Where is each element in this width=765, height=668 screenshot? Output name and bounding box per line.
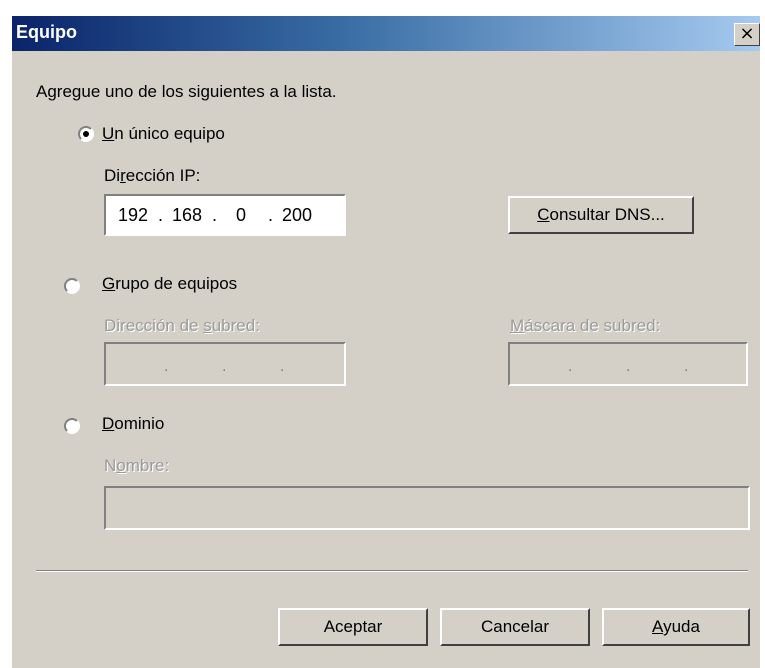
radio-selected-dot xyxy=(83,131,89,137)
subnet-mask-field[interactable]: . . . xyxy=(508,342,748,386)
ip-octet-2[interactable]: 168 xyxy=(172,205,202,226)
ip-octet-4[interactable]: 200 xyxy=(282,205,312,226)
instruction-text: Agregue uno de los siguientes a la lista… xyxy=(36,82,337,101)
ip-octet-1[interactable]: 192 xyxy=(118,205,148,226)
consult-dns-button[interactable]: Consultar DNS... xyxy=(508,196,694,234)
domain-name-field[interactable] xyxy=(104,486,750,530)
title-bar[interactable]: Equipo × xyxy=(12,16,760,51)
subnet-address-label: Dirección de subred: xyxy=(104,316,260,335)
name-label: Nombre: xyxy=(104,456,170,475)
group-of-computers-label[interactable]: Grupo de equipos xyxy=(102,274,237,294)
ip-octet-3[interactable]: 0 xyxy=(236,205,246,226)
single-computer-label-rest: n único equipo xyxy=(114,124,225,143)
single-computer-label[interactable]: Un único equipo xyxy=(102,124,225,144)
radio-single-computer[interactable] xyxy=(78,126,94,142)
domain-label[interactable]: Dominio xyxy=(102,414,164,434)
mnemonic-u: U xyxy=(102,124,115,143)
subnet-mask-label: Máscara de subred: xyxy=(510,316,661,335)
equipo-dialog: Equipo × Agregue uno de los siguientes a… xyxy=(12,16,760,668)
close-icon[interactable]: × xyxy=(734,23,760,46)
separator-line xyxy=(36,570,748,572)
ip-address-label: Dirección IP: xyxy=(104,166,201,185)
help-button[interactable]: Ayuda xyxy=(602,608,750,646)
mnemonic-g: G xyxy=(102,274,116,293)
window-title: Equipo xyxy=(16,22,77,42)
radio-domain[interactable] xyxy=(64,418,80,434)
radio-group-of-computers[interactable] xyxy=(64,278,80,294)
subnet-address-field[interactable]: . . . xyxy=(104,342,346,386)
mnemonic-d: D xyxy=(102,414,115,433)
accept-button[interactable]: Aceptar xyxy=(278,608,428,646)
ip-address-field[interactable]: 192 . 168 . 0 . 200 xyxy=(104,194,346,236)
cancel-button[interactable]: Cancelar xyxy=(440,608,590,646)
